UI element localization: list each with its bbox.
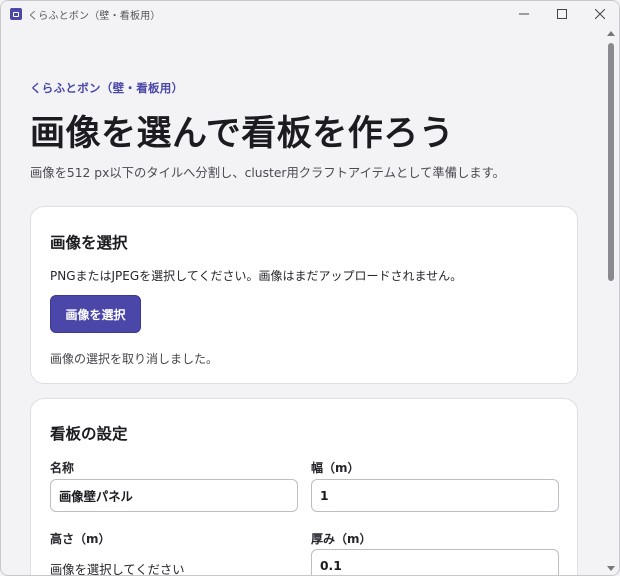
image-select-card: 画像を選択 PNGまたはJPEGを選択してください。画像はまだアップロードされま… bbox=[30, 206, 578, 384]
close-button[interactable] bbox=[581, 1, 619, 27]
title-bar[interactable]: くらふとボン（壁・看板用） bbox=[1, 1, 619, 27]
app-eyebrow: くらふとボン（壁・看板用） bbox=[30, 81, 184, 95]
settings-card: 看板の設定 名称 画像壁パネル 幅（m） 1 高さ（m） 画像を選択してください… bbox=[30, 398, 578, 576]
width-label: 幅（m） bbox=[311, 461, 360, 475]
select-image-button[interactable]: 画像を選択 bbox=[50, 295, 141, 333]
height-label: 高さ（m） bbox=[50, 532, 111, 546]
page-title: 画像を選んで看板を作ろう bbox=[30, 114, 455, 154]
scroll-up-icon[interactable] bbox=[607, 31, 615, 36]
settings-card-heading: 看板の設定 bbox=[50, 425, 128, 443]
name-label: 名称 bbox=[50, 461, 75, 475]
window-title: くらふとボン（壁・看板用） bbox=[28, 10, 161, 22]
page-subtitle: 画像を512 px以下のタイルへ分割し、cluster用クラフトアイテムとして準… bbox=[30, 166, 505, 180]
width-input[interactable]: 1 bbox=[311, 479, 559, 512]
image-card-heading: 画像を選択 bbox=[50, 234, 128, 252]
image-status-text: 画像の選択を取り消しました。 bbox=[50, 352, 219, 366]
name-input[interactable]: 画像壁パネル bbox=[50, 479, 298, 512]
maximize-icon bbox=[557, 9, 567, 19]
height-value: 画像を選択してください bbox=[50, 563, 185, 576]
minimize-button[interactable] bbox=[505, 1, 543, 27]
vertical-scrollbar[interactable] bbox=[604, 27, 618, 575]
minimize-icon bbox=[519, 13, 529, 15]
window-controls bbox=[505, 1, 619, 27]
app-icon bbox=[10, 8, 22, 20]
thickness-input[interactable]: 0.1 bbox=[311, 549, 559, 575]
scroll-down-icon[interactable] bbox=[607, 566, 615, 571]
image-card-description: PNGまたはJPEGを選択してください。画像はまだアップロードされません。 bbox=[50, 269, 463, 283]
scrollbar-thumb[interactable] bbox=[608, 43, 614, 281]
close-icon bbox=[595, 9, 605, 19]
maximize-button[interactable] bbox=[543, 1, 581, 27]
app-window: くらふとボン（壁・看板用） くらふとボン（壁・看板用） 画像を選んで看板を作ろう… bbox=[0, 0, 620, 576]
thickness-label: 厚み（m） bbox=[311, 532, 372, 546]
